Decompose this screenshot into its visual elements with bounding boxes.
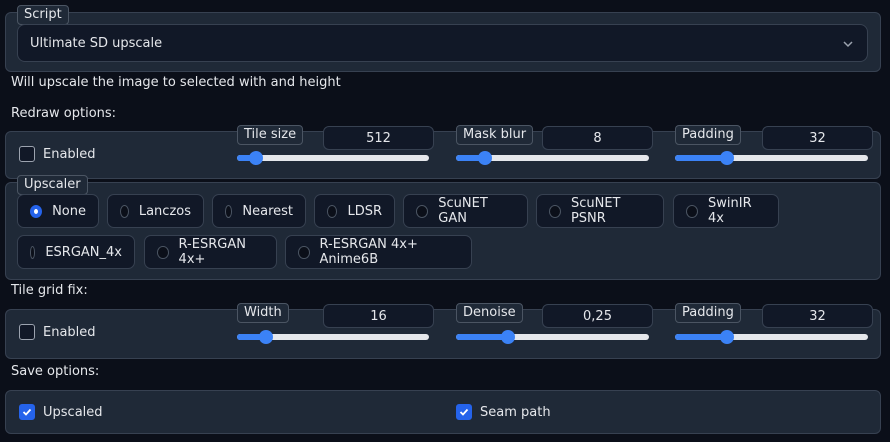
radio-label: Nearest: [242, 203, 293, 219]
radio-dot[interactable]: [416, 204, 429, 218]
checkbox-box[interactable]: [19, 404, 35, 420]
seams-heading: Tile grid fix:: [11, 283, 88, 298]
upscaler-option[interactable]: LDSR: [314, 194, 395, 228]
seam-denoise-label: Denoise: [456, 303, 523, 323]
padding-slider[interactable]: [675, 151, 868, 165]
radio-label: R-ESRGAN 4x+ Anime6B: [319, 237, 418, 267]
radio-dot[interactable]: [30, 204, 43, 218]
upscaler-option[interactable]: Lanczos: [107, 194, 204, 228]
mask-blur-label: Mask blur: [456, 125, 534, 145]
seam-padding-input[interactable]: 32: [762, 304, 873, 328]
radio-label: R-ESRGAN 4x+: [178, 237, 246, 267]
seam-width-slider[interactable]: [237, 330, 429, 344]
script-dropdown[interactable]: Ultimate SD upscale: [17, 24, 868, 62]
upscaled-checkbox[interactable]: Upscaled: [19, 404, 103, 420]
upscaler-option[interactable]: SwinIR 4x: [673, 194, 779, 228]
seam-width-label: Width: [237, 303, 289, 323]
radio-dot[interactable]: [30, 245, 36, 259]
radio-dot[interactable]: [549, 204, 561, 218]
upscaler-option[interactable]: R-ESRGAN 4x+ Anime6B: [285, 235, 472, 269]
radio-dot[interactable]: [157, 245, 169, 259]
seams-enabled-checkbox[interactable]: Enabled: [19, 324, 96, 340]
radio-label: LDSR: [347, 203, 382, 219]
script-description: Will upscale the image to selected with …: [11, 75, 341, 90]
radio-label: Lanczos: [138, 203, 191, 219]
slider-thumb[interactable]: [501, 330, 516, 344]
checkmark-icon: [459, 408, 469, 416]
checkbox-label: Enabled: [43, 146, 96, 162]
radio-label: ScuNET GAN: [438, 196, 488, 226]
radio-label: ScuNET PSNR: [570, 196, 621, 226]
seam-denoise-input[interactable]: 0,25: [542, 304, 653, 328]
script-selected: Ultimate SD upscale: [30, 35, 163, 51]
seam-padding-slider[interactable]: [675, 330, 868, 344]
seam-width-input[interactable]: 16: [323, 304, 434, 328]
padding-label: Padding: [675, 125, 741, 145]
radio-label: ESRGAN_4x: [45, 244, 122, 260]
checkbox-label: Enabled: [43, 324, 96, 340]
radio-label: None: [52, 203, 86, 219]
checkbox-label: Upscaled: [43, 404, 103, 420]
slider-thumb[interactable]: [720, 151, 735, 165]
checkbox-box[interactable]: [456, 404, 472, 420]
upscaler-option[interactable]: R-ESRGAN 4x+: [144, 235, 277, 269]
upscaler-option[interactable]: ScuNET PSNR: [536, 194, 664, 228]
radio-dot[interactable]: [225, 204, 233, 218]
mask-blur-input[interactable]: 8: [542, 126, 653, 150]
slider-thumb[interactable]: [720, 330, 735, 344]
upscaler-option[interactable]: ESRGAN_4x: [17, 235, 135, 269]
mask-blur-slider[interactable]: [456, 151, 649, 165]
redraw-enabled-checkbox[interactable]: Enabled: [19, 146, 96, 162]
save-heading: Save options:: [11, 364, 100, 379]
seam-path-checkbox[interactable]: Seam path: [456, 404, 551, 420]
checkbox-box[interactable]: [19, 146, 35, 162]
tile-size-label: Tile size: [237, 125, 304, 145]
chevron-down-icon: [843, 41, 853, 48]
tile-size-input[interactable]: 512: [323, 126, 434, 150]
redraw-heading: Redraw options:: [11, 106, 117, 121]
tile-size-slider[interactable]: [237, 151, 429, 165]
upscaler-option[interactable]: Nearest: [212, 194, 306, 228]
checkbox-box[interactable]: [19, 324, 35, 340]
padding-input[interactable]: 32: [762, 126, 873, 150]
save-panel: [5, 390, 881, 434]
upscaler-option[interactable]: None: [17, 194, 99, 228]
radio-label: SwinIR 4x: [708, 196, 752, 226]
upscaler-option[interactable]: ScuNET GAN: [403, 194, 528, 228]
upscaler-label: Upscaler: [17, 175, 88, 195]
radio-dot[interactable]: [327, 204, 338, 218]
radio-dot[interactable]: [686, 204, 699, 218]
slider-track: [237, 155, 429, 161]
slider-thumb[interactable]: [258, 330, 273, 344]
radio-dot[interactable]: [298, 245, 310, 259]
radio-dot[interactable]: [120, 204, 129, 218]
checkmark-icon: [22, 408, 32, 416]
seam-padding-label: Padding: [675, 303, 741, 323]
checkbox-label: Seam path: [480, 404, 551, 420]
script-label: Script: [17, 5, 69, 25]
slider-thumb[interactable]: [477, 151, 492, 165]
seam-denoise-slider[interactable]: [456, 330, 649, 344]
